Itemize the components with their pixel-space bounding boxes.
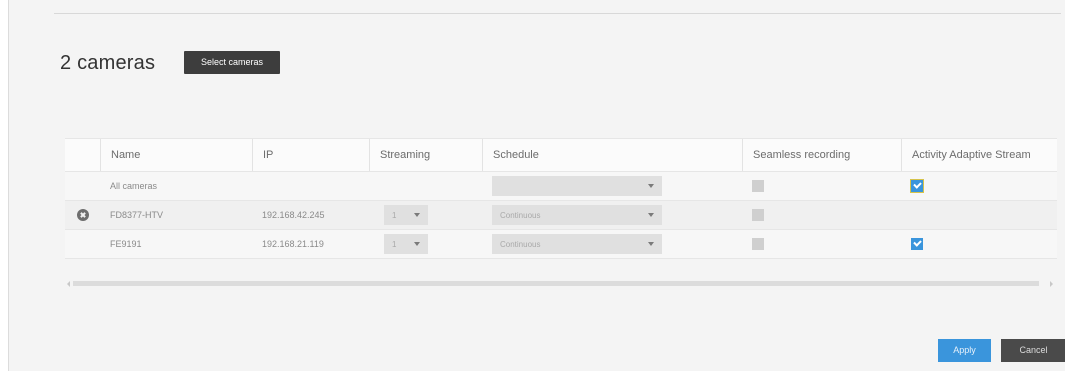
apply-button[interactable]: Apply bbox=[938, 339, 991, 362]
streaming-value: 1 bbox=[392, 239, 397, 249]
seamless-cell bbox=[742, 201, 901, 229]
all-schedule-cell bbox=[482, 172, 742, 200]
table-header-row: Name IP Streaming Schedule Seamless reco… bbox=[65, 138, 1057, 172]
divider bbox=[54, 13, 1061, 14]
all-cameras-row: All cameras bbox=[65, 172, 1057, 201]
all-seamless-checkbox[interactable] bbox=[752, 180, 764, 192]
streaming-cell: 1 bbox=[369, 201, 482, 229]
camera-count-title: 2 cameras bbox=[60, 52, 156, 74]
table-row: FD8377-HTV 192.168.42.245 1 Continuous bbox=[65, 201, 1057, 230]
all-remove-cell bbox=[65, 172, 100, 200]
all-activity-cell bbox=[901, 172, 1057, 200]
remove-icon[interactable] bbox=[76, 209, 89, 221]
recording-settings-panel: 2 cameras Select cameras Name IP Streami… bbox=[8, 0, 1065, 371]
seamless-checkbox[interactable] bbox=[752, 209, 764, 221]
all-ip-cell bbox=[252, 172, 369, 200]
schedule-value: Continuous bbox=[500, 210, 541, 220]
camera-ip: 192.168.21.119 bbox=[262, 239, 324, 249]
scroll-left-icon[interactable] bbox=[67, 281, 70, 287]
streaming-cell: 1 bbox=[369, 230, 482, 258]
camera-name: FE9191 bbox=[110, 239, 142, 249]
column-header-seamless[interactable]: Seamless recording bbox=[742, 139, 901, 171]
table-row: FE9191 192.168.21.119 1 Continuous bbox=[65, 230, 1057, 259]
column-header-streaming[interactable]: Streaming bbox=[369, 139, 482, 171]
cancel-button[interactable]: Cancel bbox=[1001, 339, 1065, 362]
seamless-checkbox[interactable] bbox=[752, 238, 764, 250]
chevron-down-icon bbox=[414, 213, 420, 217]
column-header-name[interactable]: Name bbox=[100, 139, 252, 171]
all-seamless-cell bbox=[742, 172, 901, 200]
column-header-ip[interactable]: IP bbox=[252, 139, 369, 171]
chevron-down-icon bbox=[648, 213, 654, 217]
horizontal-scrollbar[interactable] bbox=[65, 278, 1057, 288]
streaming-value: 1 bbox=[392, 210, 397, 220]
camera-name: FD8377-HTV bbox=[110, 210, 164, 220]
schedule-cell: Continuous bbox=[482, 201, 742, 229]
streaming-dropdown[interactable]: 1 bbox=[384, 205, 428, 225]
chevron-down-icon bbox=[648, 184, 654, 188]
scroll-right-icon[interactable] bbox=[1050, 281, 1053, 287]
all-cameras-label: All cameras bbox=[110, 181, 158, 191]
activity-cell bbox=[901, 230, 1057, 258]
schedule-cell: Continuous bbox=[482, 230, 742, 258]
header-remove-cell bbox=[65, 139, 100, 171]
activity-cell bbox=[901, 201, 1057, 229]
camera-ip: 192.168.42.245 bbox=[262, 210, 325, 220]
schedule-dropdown[interactable]: Continuous bbox=[492, 205, 662, 225]
schedule-dropdown[interactable]: Continuous bbox=[492, 234, 662, 254]
activity-checkbox[interactable] bbox=[911, 238, 923, 250]
all-activity-checkbox[interactable] bbox=[911, 180, 923, 192]
scrollbar-thumb[interactable] bbox=[73, 281, 1039, 286]
chevron-down-icon bbox=[648, 242, 654, 246]
column-header-schedule[interactable]: Schedule bbox=[482, 139, 742, 171]
streaming-dropdown[interactable]: 1 bbox=[384, 234, 428, 254]
chevron-down-icon bbox=[414, 242, 420, 246]
camera-settings-table: Name IP Streaming Schedule Seamless reco… bbox=[65, 138, 1057, 259]
column-header-activity[interactable]: Activity Adaptive Stream bbox=[901, 139, 1057, 171]
remove-cell bbox=[65, 230, 100, 258]
schedule-value: Continuous bbox=[500, 239, 541, 249]
all-schedule-dropdown[interactable] bbox=[492, 176, 662, 196]
all-streaming-cell bbox=[369, 172, 482, 200]
seamless-cell bbox=[742, 230, 901, 258]
remove-cell bbox=[65, 201, 100, 229]
select-cameras-button[interactable]: Select cameras bbox=[184, 51, 280, 74]
